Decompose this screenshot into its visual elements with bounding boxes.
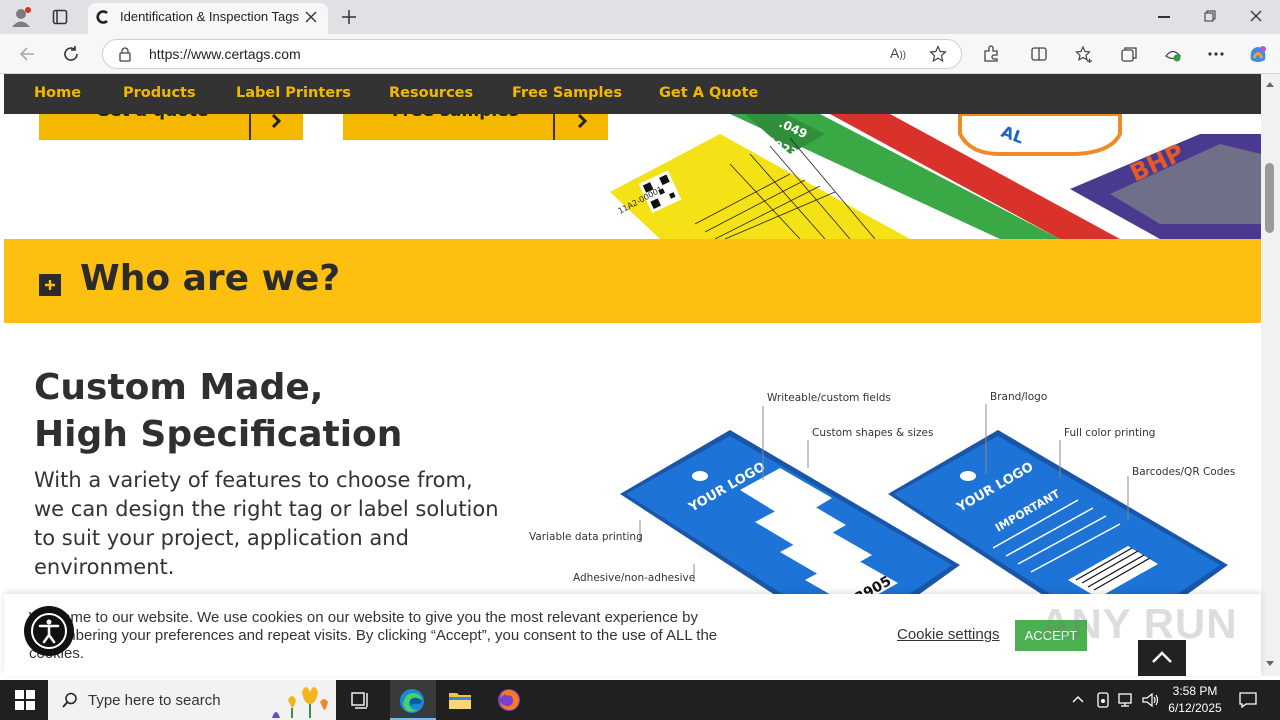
tray-device-icon[interactable]: [1096, 692, 1110, 708]
hero-tags-image: D 2023 .049 AL BHP 11A2-00001: [600, 114, 1261, 239]
callout-writeable: Writeable/custom fields: [767, 392, 891, 404]
tag-features-diagram: YOUR LOGO 03905 YOUR LOGO IMPORTANT: [520, 380, 1250, 594]
tab-actions-icon[interactable]: [52, 9, 68, 25]
restore-button[interactable]: [1204, 10, 1216, 22]
cookie-settings-link[interactable]: Cookie settings: [897, 626, 1000, 643]
callout-adhesive: Adhesive/non-adhesive: [573, 572, 696, 584]
tab-favicon-icon: [96, 10, 110, 24]
scrollbar-thumb[interactable]: [1265, 163, 1274, 233]
feature-heading-line2: High Specification: [34, 414, 403, 455]
nav-label-printers[interactable]: Label Printers: [236, 85, 351, 101]
chevron-right-icon: [268, 113, 284, 129]
copilot-icon[interactable]: [1247, 43, 1269, 65]
refresh-icon[interactable]: [62, 45, 80, 63]
firefox-icon[interactable]: [497, 688, 521, 712]
watermark-text: ANY RUN: [1040, 600, 1238, 647]
split-screen-icon[interactable]: [1030, 45, 1048, 63]
back-icon[interactable]: [18, 45, 36, 63]
callout-shapes: Custom shapes & sizes: [812, 427, 934, 439]
chevron-right-icon: [574, 113, 590, 129]
profile-icon[interactable]: [10, 6, 32, 28]
who-are-we-title[interactable]: Who are we?: [80, 258, 340, 299]
more-options-icon[interactable]: [1207, 52, 1225, 56]
tray-chevron-up-icon[interactable]: [1072, 694, 1084, 704]
callout-brand: Brand/logo: [990, 391, 1048, 403]
network-icon[interactable]: [1118, 692, 1136, 708]
scroll-up-arrow-icon[interactable]: [1265, 80, 1275, 88]
search-icon: [62, 692, 78, 708]
url-text[interactable]: https://www.certags.com: [149, 46, 301, 62]
feature-heading-line1: Custom Made,: [34, 367, 324, 408]
edge-icon: [399, 688, 425, 714]
browser-essentials-icon[interactable]: [1164, 45, 1182, 63]
file-explorer-icon[interactable]: [448, 690, 472, 710]
cookie-banner-text: Welcome to our website. We use cookies o…: [29, 609, 718, 662]
volume-icon[interactable]: [1142, 692, 1160, 708]
system-clock[interactable]: 3:58 PM 6/12/2025: [1160, 683, 1230, 717]
accessibility-icon[interactable]: [24, 606, 74, 656]
read-aloud-icon[interactable]: A)): [890, 45, 906, 61]
clock-time: 3:58 PM: [1172, 684, 1218, 698]
minimize-button[interactable]: [1158, 16, 1170, 18]
scroll-down-arrow-icon[interactable]: [1265, 660, 1275, 668]
close-window-button[interactable]: [1250, 10, 1262, 22]
new-tab-button[interactable]: [340, 8, 358, 26]
nav-resources[interactable]: Resources: [389, 85, 473, 101]
collections-icon[interactable]: [1120, 45, 1138, 63]
free-samples-divider: [553, 112, 555, 140]
get-quote-divider: [249, 112, 251, 140]
feature-heading: Custom Made, High Specification: [34, 364, 514, 458]
nav-home[interactable]: Home: [34, 85, 81, 101]
lock-icon[interactable]: [118, 46, 132, 62]
notifications-icon[interactable]: [1238, 690, 1258, 710]
clock-date: 6/12/2025: [1168, 701, 1222, 715]
nav-products[interactable]: Products: [123, 85, 196, 101]
search-placeholder: Type here to search: [88, 692, 221, 709]
callout-barcodes: Barcodes/QR Codes: [1132, 466, 1236, 478]
expand-plus-icon[interactable]: [39, 274, 61, 296]
nav-get-a-quote[interactable]: Get A Quote: [659, 85, 758, 101]
tab-title: Identification & Inspection Tags & Label…: [120, 9, 300, 24]
feature-lead-text: With a variety of features to choose fro…: [34, 468, 499, 579]
favorite-star-icon[interactable]: [929, 45, 947, 63]
favorites-icon[interactable]: [1075, 45, 1093, 63]
tab-close-icon[interactable]: [305, 11, 317, 23]
nav-free-samples[interactable]: Free Samples: [512, 85, 622, 101]
callout-full-color: Full color printing: [1064, 427, 1156, 439]
callout-variable: Variable data printing: [529, 531, 643, 543]
extensions-icon[interactable]: [982, 45, 1000, 63]
windows-start-icon[interactable]: [15, 690, 35, 710]
task-view-icon[interactable]: [350, 690, 370, 710]
search-highlight-flowers-icon: [262, 682, 334, 718]
